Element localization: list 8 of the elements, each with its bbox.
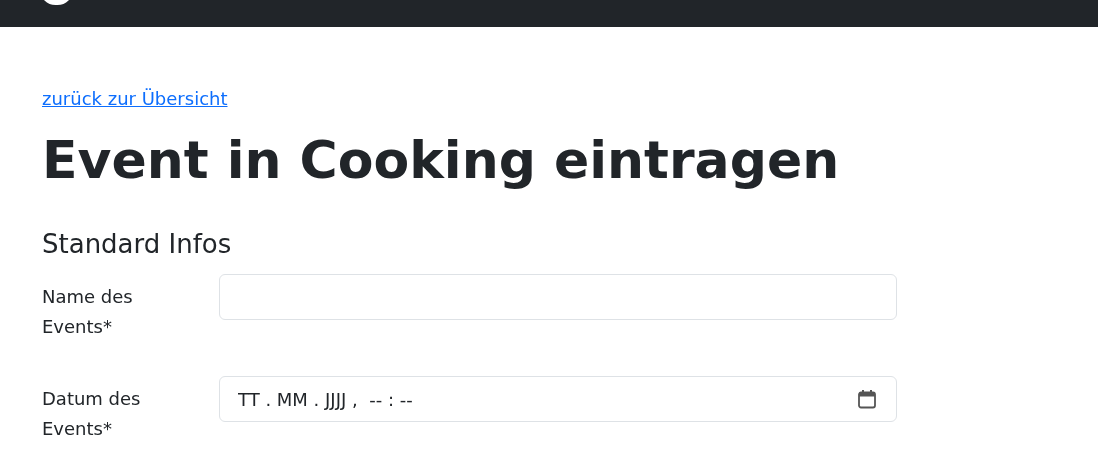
date-time-field[interactable]: TT . MM . JJJJ , -- : -- — [219, 376, 897, 422]
field-label: Name des Events* — [42, 285, 134, 339]
back-link[interactable]: zurück zur Übersicht — [42, 88, 228, 109]
section-heading: Standard Infos — [42, 228, 233, 261]
text-field[interactable] — [219, 274, 897, 320]
page-title: Event in Cooking eintragen — [42, 129, 841, 192]
field-label: Datum des Events* — [42, 387, 142, 441]
calendar-icon[interactable] — [857, 389, 877, 409]
